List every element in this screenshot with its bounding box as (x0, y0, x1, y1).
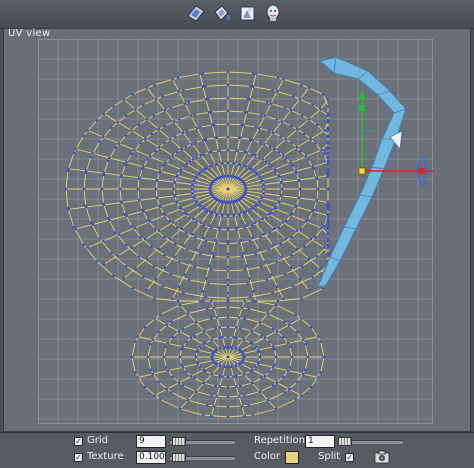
uv-layout-icon[interactable] (186, 3, 206, 23)
texture-unwrap-icon[interactable] (238, 3, 258, 23)
repetition-field[interactable]: 1 (305, 435, 335, 448)
texture-slider-thumb[interactable] (172, 453, 186, 462)
grid-slider-thumb[interactable] (172, 437, 186, 446)
panel-title: UV view (8, 28, 51, 39)
texture-checkbox[interactable]: ✓ (74, 453, 83, 462)
grid-label: Grid (87, 435, 108, 446)
color-swatch[interactable] (285, 451, 299, 464)
paint-bucket-icon[interactable] (212, 3, 232, 23)
uv-view-panel: UV view (3, 28, 471, 432)
grid-checkbox[interactable]: ✓ (74, 437, 83, 446)
camera-icon[interactable] (374, 450, 390, 464)
grid-size-field[interactable]: 9 (136, 435, 166, 448)
color-label: Color (254, 451, 281, 462)
split-checkbox[interactable]: ✓ (345, 453, 354, 462)
toolbar (0, 0, 474, 29)
head-model-icon[interactable] (263, 3, 283, 23)
split-label: Split (318, 451, 341, 462)
texture-opacity-field[interactable]: 0.100 (136, 451, 166, 464)
repetition-slider-thumb[interactable] (338, 437, 352, 446)
repetition-label: Repetition (254, 435, 306, 446)
uv-settings-bar: ✓ Grid 9 Repetition 1 ✓ Texture 0.100 Co… (0, 432, 474, 468)
texture-label: Texture (87, 451, 124, 462)
uv-canvas[interactable] (38, 39, 433, 424)
